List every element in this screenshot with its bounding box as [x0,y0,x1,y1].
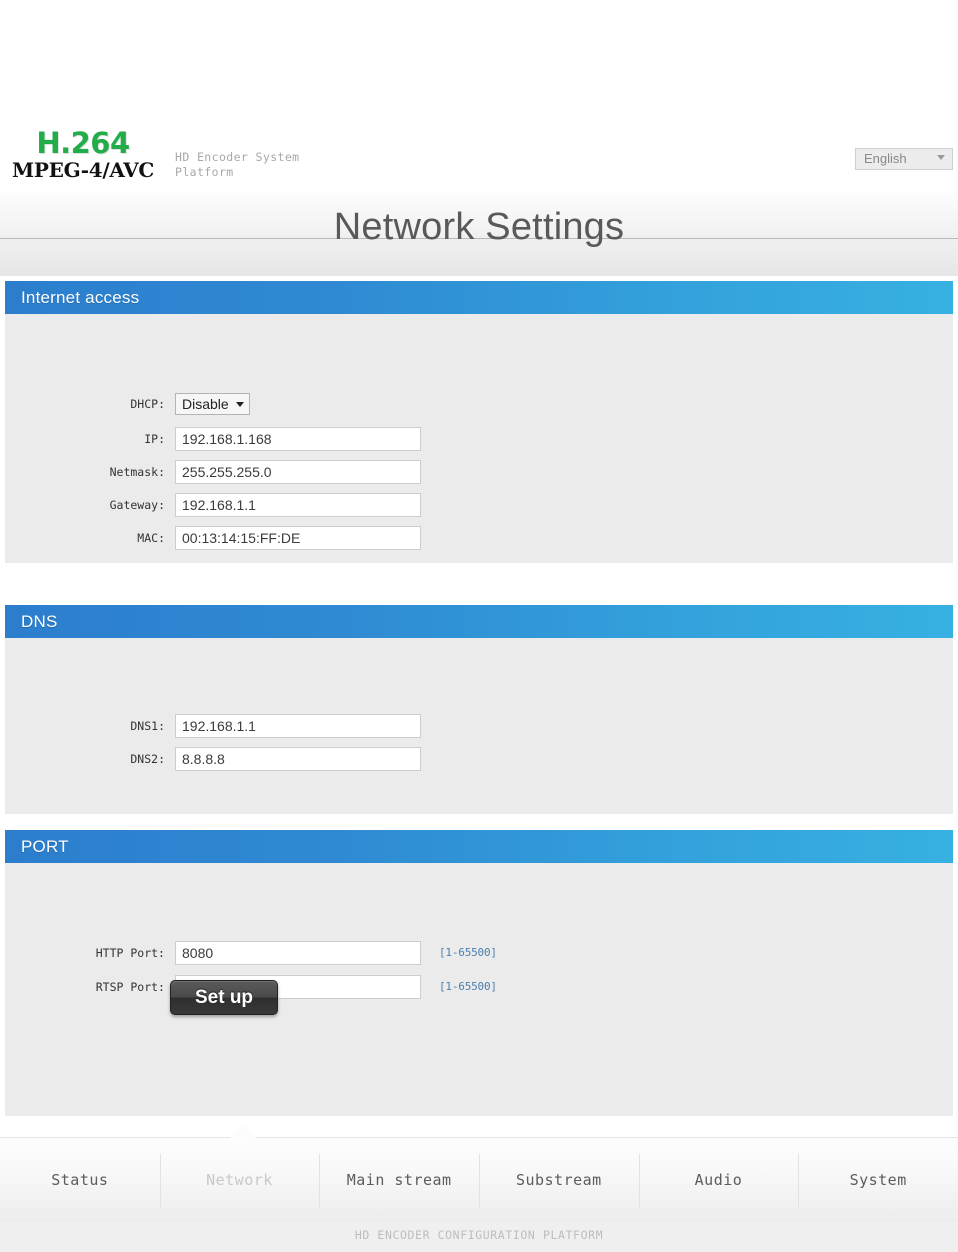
field-label: Gateway: [109,498,165,512]
form-row: HTTP Port: 8080 [1-65500] [35,941,735,965]
nav-divider [638,1154,640,1208]
nav-divider [479,1154,480,1208]
form-row: Netmask: 255.255.255.0 [35,460,735,484]
field-label: DNS1: [130,719,165,733]
field-label: MAC: [137,531,165,545]
field-label: DNS2: [130,752,165,766]
form-row: DNS2: 8.8.8.8 [35,747,735,771]
nav-divider [159,1154,161,1208]
dhcp-select-value: Disable [182,396,229,412]
panel-header-dns: DNS [5,605,953,647]
form-row: Gateway: 192.168.1.1 [35,493,735,517]
nav-item-network[interactable]: Network [160,1138,320,1223]
chevron-down-icon [937,155,945,160]
input-ip[interactable]: 192.168.1.168 [175,427,421,451]
field-label: RTSP Port: [95,980,165,994]
setup-button[interactable]: Set up [170,980,278,1015]
footer-text: HD ENCODER CONFIGURATION PLATFORM [0,1222,958,1252]
panel-body-internet-access: DHCP: Disable IP: 192.168.1.168 Netmask: 255.… [5,314,953,563]
brand-subtitle: HD Encoder System Platform [175,150,435,180]
nav-divider [798,1154,800,1208]
input-httpport[interactable]: 8080 [175,941,421,965]
form-row: DNS1: 192.168.1.1 [35,714,735,738]
field-hint: [1-65500] [439,980,497,993]
panel-port: PORTHTTP Port:8080[1-65500]RTSP Port:855… [5,830,953,1116]
language-select-value: English [864,151,907,166]
form-row: DHCP: Disable [35,392,735,416]
panel-title-internet-access: Internet access [21,287,140,307]
panel-body-port: HTTP Port:8080[1-65500]RTSP Port:8554[1-… [5,863,953,1116]
panel-header-internet-access: Internet access [5,281,953,323]
input-gateway[interactable]: 192.168.1.1 [175,493,421,517]
nav-item-audio[interactable]: Audio [639,1138,799,1223]
nav-divider [319,1154,321,1208]
brand-subtitle-line1: HD Encoder System [175,150,300,164]
nav-item-main-stream[interactable]: Main stream [319,1138,479,1223]
brand-subtitle-line2: Platform [175,165,234,179]
panel-dns: DNS DNS1: 192.168.1.1 DNS2: 8.8.8.8 [5,605,953,814]
page-title-band: Network Settings [0,192,958,276]
product-logo: H.264 MPEG-4/AVC [8,128,158,182]
nav-item-status[interactable]: Status [0,1138,160,1223]
panel-title-dns: DNS [21,611,58,631]
input-dns2[interactable]: 8.8.8.8 [175,747,421,771]
field-label: IP: [144,432,165,446]
panel-title-port: PORT [21,836,69,856]
input-netmask[interactable]: 255.255.255.0 [175,460,421,484]
brand-header: H.264 MPEG-4/AVC HD Encoder System Platf… [0,0,958,192]
nav-item-substream[interactable]: Substream [479,1138,639,1223]
input-dns1[interactable]: 192.168.1.1 [175,714,421,738]
panel-header-port: PORT [5,830,953,872]
active-tab-pointer-icon [230,1125,256,1138]
panel-body-dns: DNS1: 192.168.1.1 DNS2: 8.8.8.8 [5,638,953,814]
chevron-down-icon [235,402,244,407]
logo-h264-text: H.264 [36,126,130,160]
nav-item-system[interactable]: System [798,1138,958,1223]
form-row: IP: 192.168.1.168 [35,427,735,451]
field-hint: [1-65500] [439,946,497,959]
logo-mpeg4-text: MPEG-4/AVC [12,158,154,182]
field-label: HTTP Port: [95,946,165,960]
page-title: Network Settings [333,206,625,248]
dhcp-select[interactable]: Disable [175,393,250,415]
panel-internet-access: Internet access DHCP: Disable IP: 192.168.1.… [5,281,953,563]
input-mac[interactable]: 00:13:14:15:FF:DE [175,526,421,550]
field-label: Netmask: [109,465,165,479]
bottom-navigation: Status Network Main stream Substream Audio Sy… [0,1125,958,1223]
form-row: RTSP Port:8554[1-65500] [35,975,735,999]
field-label: DHCP: [130,397,165,411]
language-select[interactable]: English [855,148,953,170]
form-row: MAC: 00:13:14:15:FF:DE [35,526,735,550]
